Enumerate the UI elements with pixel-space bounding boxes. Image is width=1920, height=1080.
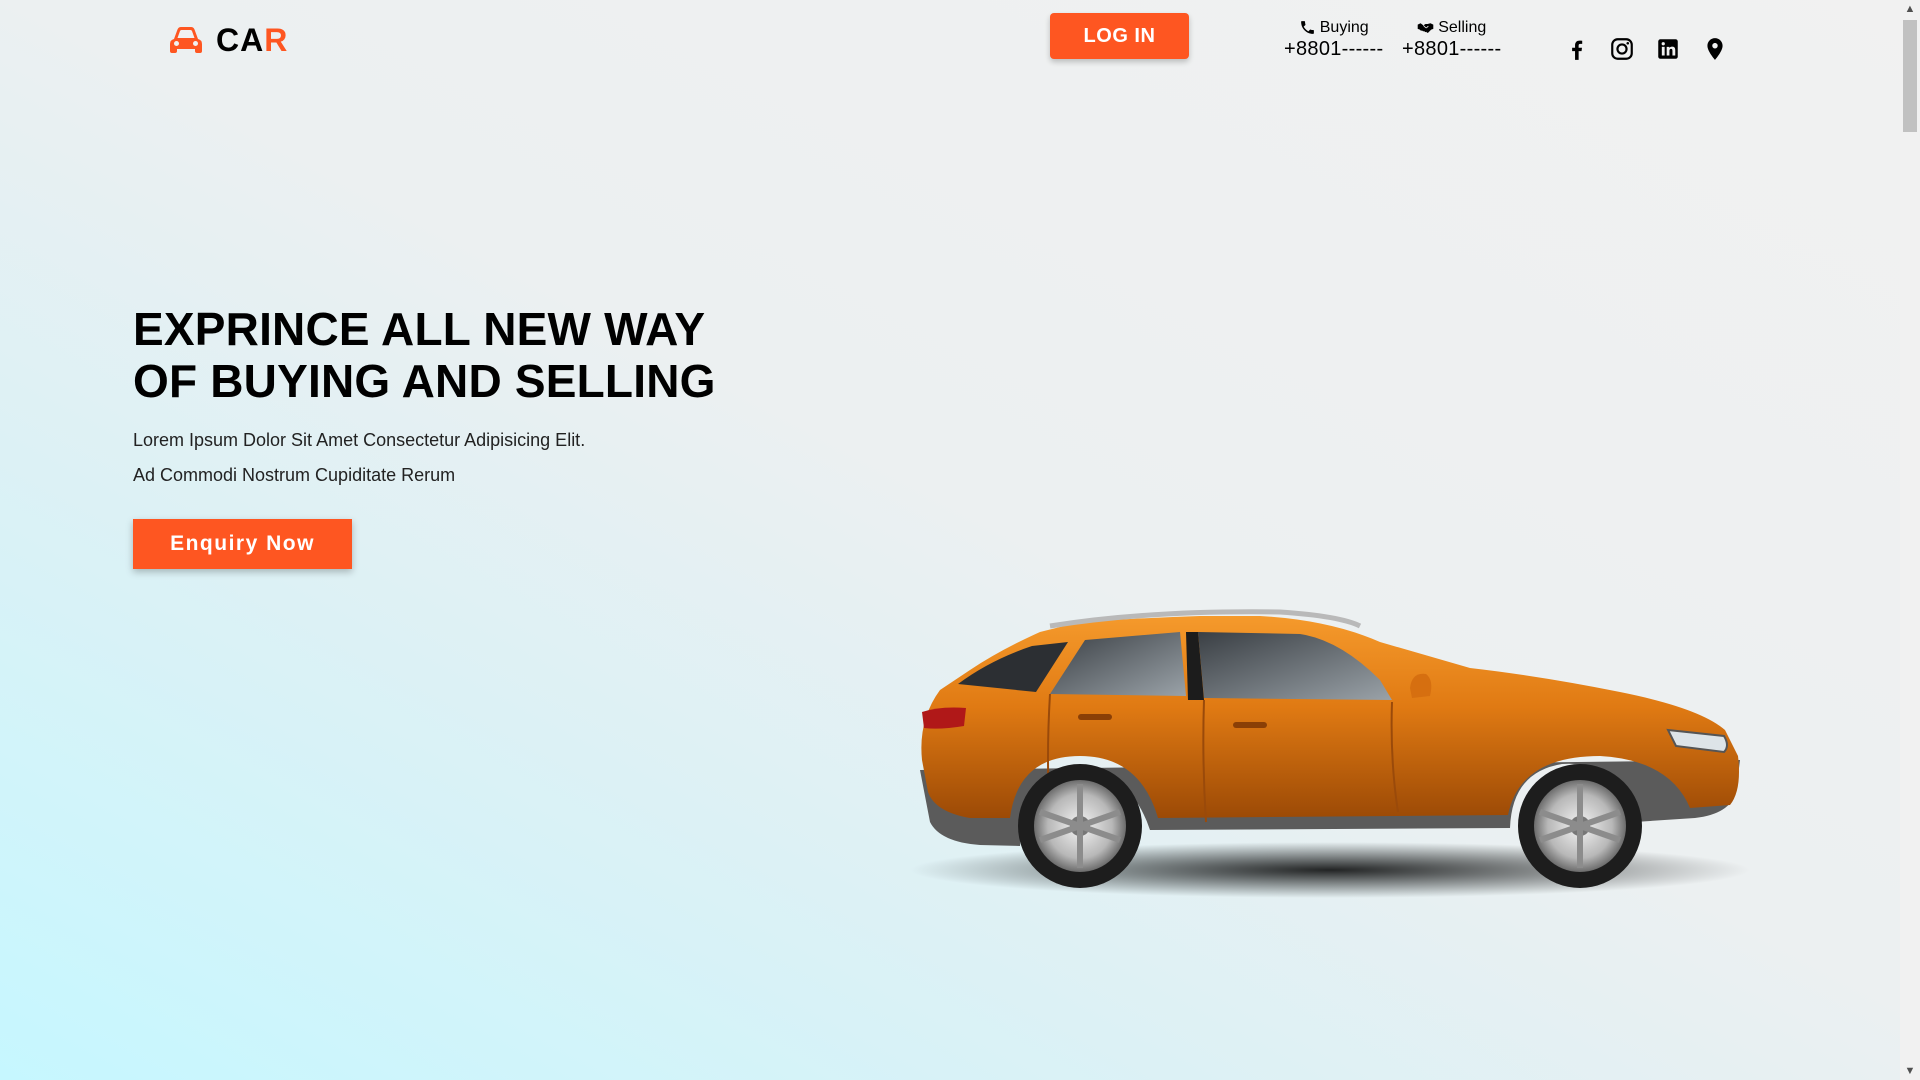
scroll-thumb[interactable] <box>1903 20 1917 132</box>
instagram-icon[interactable] <box>1609 36 1635 62</box>
enquiry-now-button[interactable]: Enquiry Now <box>133 519 352 569</box>
hero-text-line-2: Ad Commodi Nostrum Cupiditate Rerum <box>133 465 456 485</box>
linkedin-icon[interactable] <box>1655 36 1681 62</box>
handshake-icon <box>1417 23 1434 33</box>
location-pin-icon[interactable] <box>1702 36 1728 62</box>
buying-label: Buying <box>1319 19 1369 36</box>
page-scrollbar[interactable]: ▲ ▼ <box>1900 0 1920 1080</box>
buying-number: +8801------ <box>1284 38 1384 60</box>
scroll-up-arrow[interactable]: ▲ <box>1900 0 1920 18</box>
login-button[interactable]: LOG IN <box>1050 13 1189 59</box>
selling-label: Selling <box>1438 19 1487 36</box>
brand-logo[interactable]: CAR <box>168 22 288 58</box>
selling-number: +8801------ <box>1402 38 1502 60</box>
phone-icon <box>1300 21 1314 34</box>
brand-name: CAR <box>216 22 289 58</box>
contact-buying[interactable]: Buying +8801------ <box>1284 18 1383 61</box>
scroll-down-arrow[interactable]: ▼ <box>1900 1062 1920 1080</box>
car-icon <box>170 27 202 53</box>
orange-suv-car-image <box>900 560 1760 900</box>
hero-text-line-1: Lorem Ipsum Dolor Sit Amet Consectetur A… <box>133 430 586 450</box>
hero-title: EXPRINCE ALL NEW WAY OF BUYING AND SELLI… <box>133 303 716 407</box>
facebook-icon[interactable] <box>1564 36 1590 62</box>
contact-selling[interactable]: Selling +8801------ <box>1402 18 1501 61</box>
